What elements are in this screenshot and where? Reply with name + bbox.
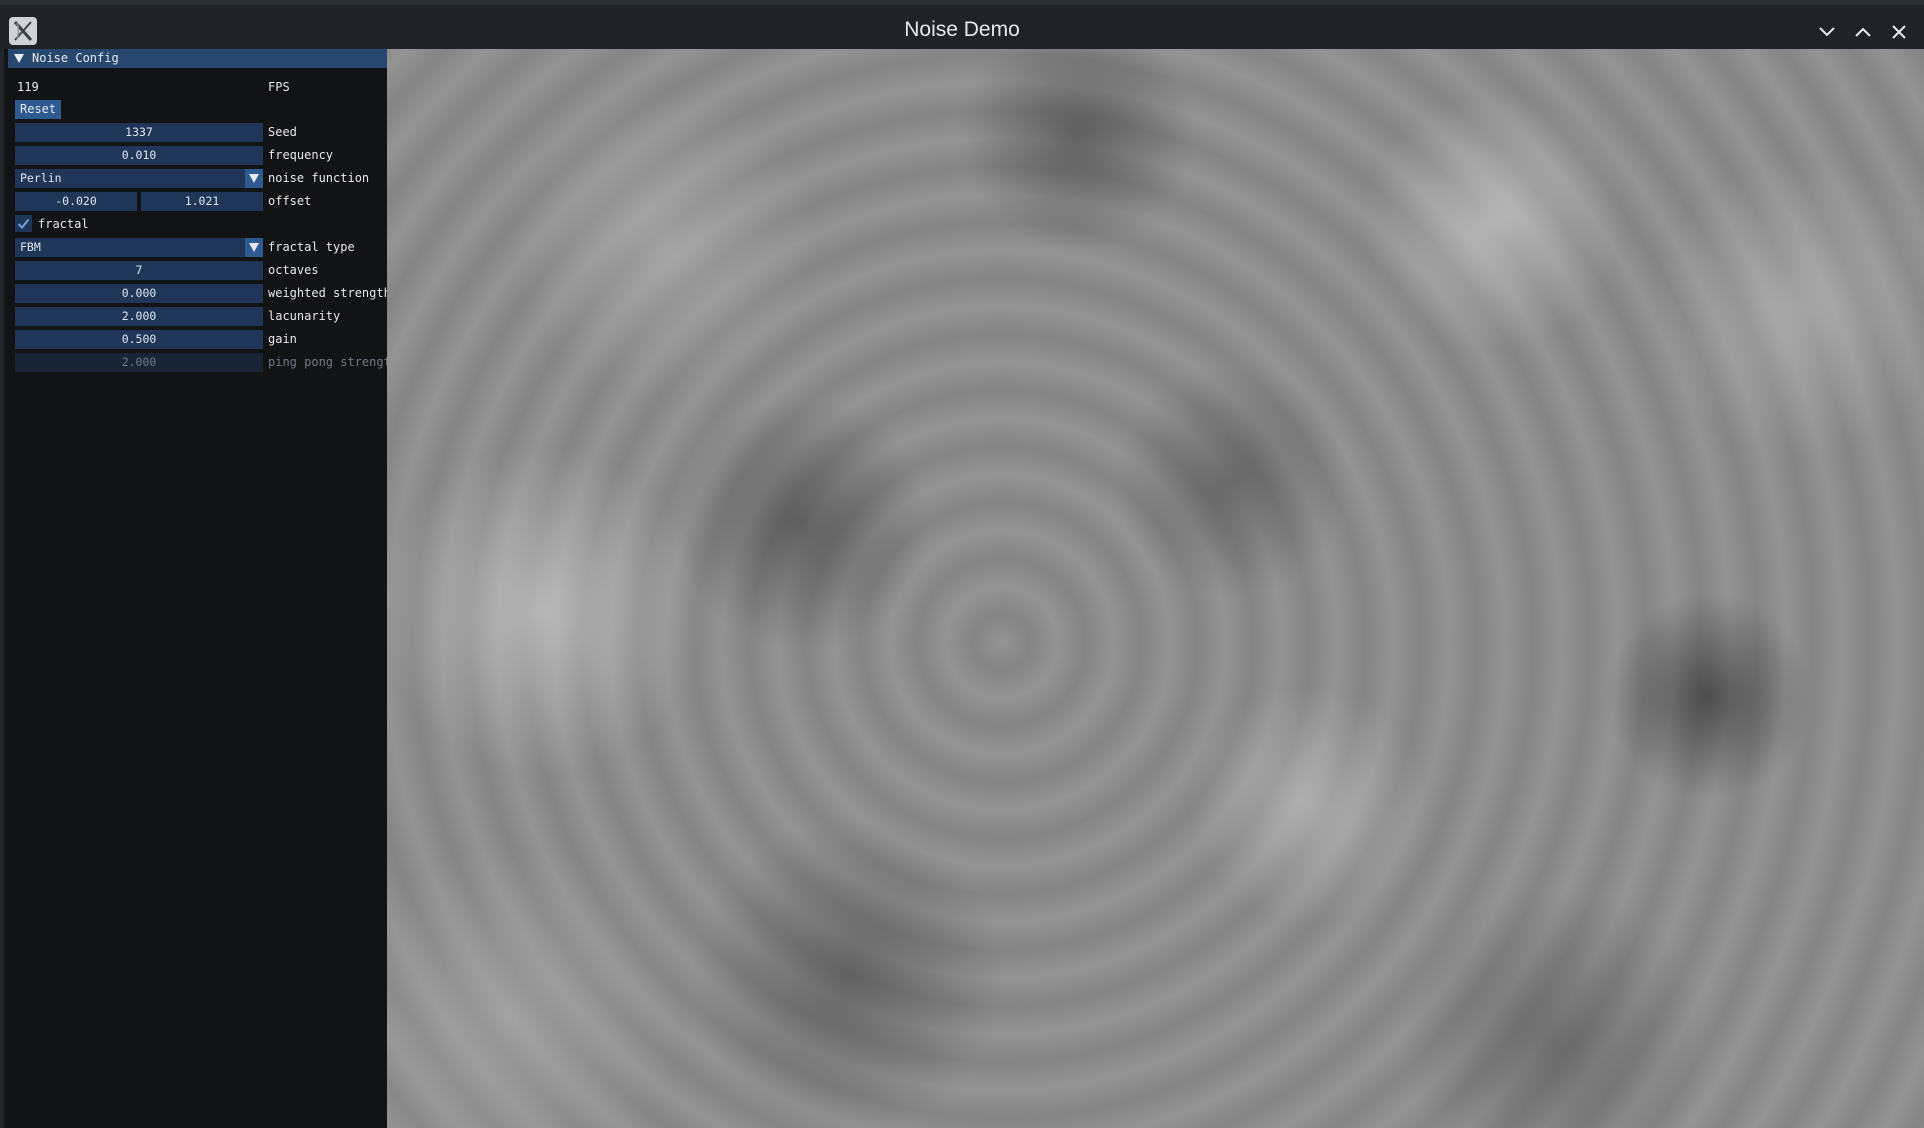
panel-title: Noise Config (32, 51, 119, 65)
offset-label: offset (268, 194, 312, 208)
seed-input[interactable]: 1337 (15, 123, 263, 142)
offset-x-input[interactable]: -0.020 (15, 192, 137, 211)
app-window: Noise Demo Noise Config 119 FPS Reset 13… (0, 0, 1924, 1128)
window-title: Noise Demo (904, 18, 1020, 41)
ping-pong-strength-label: ping pong strength (268, 355, 390, 369)
chevron-down-icon (249, 174, 259, 183)
noise-function-value: Perlin (20, 171, 62, 185)
lacunarity-input[interactable]: 2.000 (15, 307, 263, 326)
lacunarity-label: lacunarity (268, 309, 341, 323)
offset-y-input[interactable]: 1.021 (141, 192, 263, 211)
fractal-label: fractal (38, 217, 89, 231)
frequency-input[interactable]: 0.010 (15, 146, 263, 165)
noise-function-label: noise function (268, 171, 370, 185)
noise-preview-canvas[interactable] (387, 49, 1924, 1128)
fractal-type-label: fractal type (268, 240, 355, 254)
weighted-strength-label: weighted strength (268, 286, 391, 300)
noise-config-panel: Noise Config 119 FPS Reset 1337 Seed 0.0… (0, 49, 391, 1128)
ping-pong-strength-input: 2.000 (15, 353, 263, 372)
checkmark-icon (17, 218, 30, 229)
fractal-checkbox[interactable] (15, 215, 32, 232)
fractal-type-dropdown-arrow[interactable] (245, 238, 263, 257)
content-area: Noise Config 119 FPS Reset 1337 Seed 0.0… (0, 49, 1924, 1128)
title-bar[interactable]: Noise Demo (0, 0, 1924, 49)
fps-label: FPS (268, 80, 290, 94)
seed-label: Seed (268, 125, 297, 139)
close-icon[interactable] (1886, 19, 1912, 45)
noise-function-select[interactable]: Perlin (15, 169, 263, 188)
chevron-down-icon (249, 243, 259, 252)
gain-label: gain (268, 332, 297, 346)
fps-value: 119 (17, 80, 39, 94)
maximize-chevron-up-icon[interactable] (1850, 19, 1876, 45)
weighted-strength-input[interactable]: 0.000 (15, 284, 263, 303)
octaves-input[interactable]: 7 (15, 261, 263, 280)
gain-input[interactable]: 0.500 (15, 330, 263, 349)
fractal-type-value: FBM (20, 240, 41, 254)
minimize-chevron-down-icon[interactable] (1814, 19, 1840, 45)
fractal-type-select[interactable]: FBM (15, 238, 263, 257)
collapse-triangle-icon[interactable] (14, 54, 24, 63)
noise-function-dropdown-arrow[interactable] (245, 169, 263, 188)
frequency-label: frequency (268, 148, 334, 162)
reset-button[interactable]: Reset (15, 100, 62, 119)
octaves-label: octaves (268, 263, 319, 277)
panel-header[interactable]: Noise Config (8, 49, 391, 68)
